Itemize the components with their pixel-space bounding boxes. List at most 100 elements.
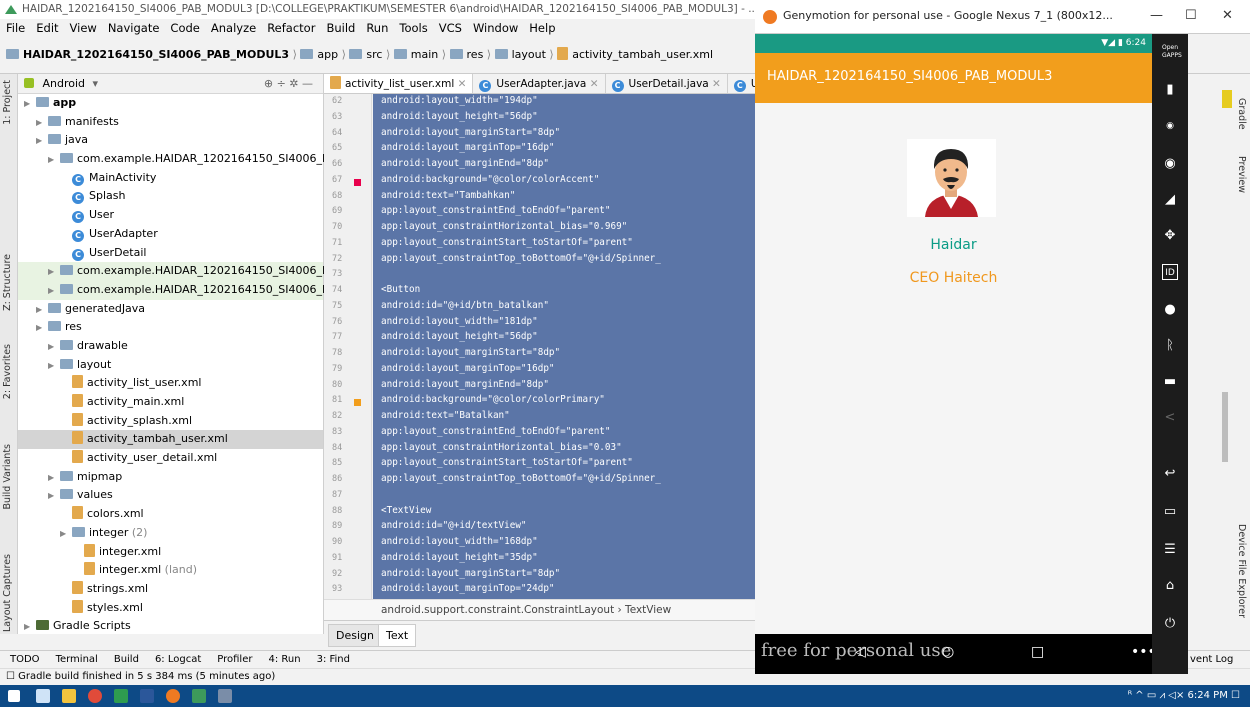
tree-item[interactable]: ▶ Gradle Scripts [18, 617, 323, 636]
editor-tab[interactable]: C UserAdapter.java ✕ [473, 74, 606, 93]
chrome-icon[interactable] [88, 689, 102, 703]
dpad-icon[interactable]: ✥ [1162, 228, 1178, 244]
tree-item[interactable]: C User [18, 206, 323, 225]
task-view-icon[interactable] [36, 689, 50, 703]
battery-icon[interactable]: ▮ [1162, 82, 1178, 98]
menu-item-code[interactable]: Code [170, 21, 199, 35]
home-icon[interactable]: ⌂ [1162, 578, 1178, 594]
breadcrumb-item[interactable]: activity_tambah_user.xml [557, 47, 713, 61]
tree-item[interactable]: integer.xml (land) [18, 561, 323, 580]
start-icon[interactable] [8, 690, 20, 702]
menu-item-analyze[interactable]: Analyze [211, 21, 256, 35]
minimize-icon[interactable]: — [1150, 0, 1163, 32]
menu-item-navigate[interactable]: Navigate [108, 21, 160, 35]
expand-arrow-icon[interactable]: ▶ [36, 301, 48, 320]
breadcrumb-item[interactable]: layout [494, 48, 546, 61]
tray-icons[interactable]: ᴿ ^ ▭ ⩘ ◁× [1128, 690, 1188, 701]
tree-item[interactable]: activity_tambah_user.xml [18, 430, 323, 450]
tree-item[interactable]: strings.xml [18, 580, 323, 599]
menu-icon[interactable]: ☰ [1162, 542, 1178, 558]
menu-item-run[interactable]: Run [366, 21, 388, 35]
tree-item[interactable]: ▶ app [18, 94, 323, 113]
expand-arrow-icon[interactable]: ▶ [36, 132, 48, 151]
close-tab-icon[interactable]: ✕ [586, 78, 599, 90]
color-swatch-icon[interactable] [354, 399, 361, 407]
menu-item-help[interactable]: Help [529, 21, 555, 35]
expand-arrow-icon[interactable]: ▶ [60, 525, 72, 544]
tree-item[interactable]: colors.xml [18, 505, 323, 524]
menu-item-vcs[interactable]: VCS [439, 21, 462, 35]
tree-item[interactable]: ▶ java [18, 131, 323, 150]
breadcrumb-item[interactable]: res [449, 48, 483, 61]
recents-icon[interactable]: □ [1031, 644, 1044, 660]
editor-tab[interactable]: CUser.j [728, 74, 756, 93]
menu-item-build[interactable]: Build [326, 21, 355, 35]
tree-item[interactable]: activity_main.xml [18, 393, 323, 412]
back-icon[interactable]: ↩ [1162, 466, 1178, 482]
tab-device-file-explorer[interactable]: Device File Explorer [1236, 524, 1247, 618]
expand-arrow-icon[interactable]: ▶ [36, 319, 48, 338]
maximize-icon[interactable]: ☐ [1185, 0, 1197, 32]
code-editor[interactable]: android:layout_width="194dp" android:lay… [373, 94, 756, 599]
expand-arrow-icon[interactable]: ▶ [36, 114, 48, 133]
tree-item[interactable]: C MainActivity [18, 169, 323, 188]
expand-arrow-icon[interactable]: ▶ [48, 487, 60, 506]
cast-icon[interactable]: ᚱ [1162, 338, 1178, 354]
menu-item-file[interactable]: File [6, 21, 25, 35]
expand-arrow-icon[interactable]: ▶ [48, 151, 60, 170]
project-view-select[interactable]: Android [43, 77, 86, 90]
tree-item[interactable]: styles.xml [18, 599, 323, 618]
scrollbar-thumb[interactable] [1222, 392, 1228, 462]
tab-build-variants[interactable]: Build Variants [2, 444, 13, 510]
tab-gradle[interactable]: Gradle [1236, 98, 1247, 130]
editor-breadcrumb[interactable]: android.support.constraint.ConstraintLay… [324, 599, 756, 620]
tree-item[interactable]: ▶ mipmap [18, 468, 323, 487]
menu-item-refactor[interactable]: Refactor [267, 21, 315, 35]
tool-terminal[interactable]: Terminal [56, 654, 98, 665]
expand-arrow-icon[interactable]: ▶ [24, 618, 36, 637]
recents-icon[interactable]: ▭ [1162, 504, 1178, 520]
tree-item[interactable]: C UserAdapter [18, 225, 323, 244]
media-icon[interactable]: ◢ [1162, 192, 1178, 208]
tool-todo[interactable]: TODO [10, 654, 40, 665]
sms-icon[interactable]: ▬ [1162, 374, 1178, 390]
tree-item[interactable]: ▶ values [18, 486, 323, 505]
tree-item[interactable]: activity_list_user.xml [18, 374, 323, 393]
clock[interactable]: 6:24 PM [1188, 690, 1228, 701]
notifications-icon[interactable]: ☐ [1231, 690, 1240, 701]
tree-item[interactable]: C Splash [18, 187, 323, 206]
tool-build[interactable]: Build [114, 654, 139, 665]
tool-6-logcat[interactable]: 6: Logcat [155, 654, 201, 665]
menu-item-tools[interactable]: Tools [399, 21, 427, 35]
close-icon[interactable]: ✕ [1222, 0, 1233, 32]
genymotion-icon[interactable] [166, 689, 180, 703]
close-tab-icon[interactable]: ✕ [709, 78, 721, 90]
power-icon[interactable]: ⏻ [1162, 616, 1178, 632]
tab-layout-captures[interactable]: Layout Captures [2, 554, 13, 632]
open-gapps-icon[interactable]: Open GAPPS [1162, 44, 1182, 60]
tree-item[interactable]: ▶ res [18, 318, 323, 337]
expand-arrow-icon[interactable]: ▶ [48, 338, 60, 357]
tool-event-log[interactable]: vent Log [1190, 651, 1233, 668]
breadcrumb-item[interactable]: src [349, 48, 382, 61]
tree-item[interactable]: ▶ generatedJava [18, 300, 323, 319]
tree-item[interactable]: ▶ drawable [18, 337, 323, 356]
tree-item[interactable]: ▶ com.example.HAIDAR_1202164150_SI4006_PA [18, 150, 335, 170]
tool-profiler[interactable]: Profiler [217, 654, 252, 665]
color-swatch-icon[interactable] [354, 178, 361, 186]
breadcrumb-item[interactable]: main [393, 48, 438, 61]
tab-preview[interactable]: Preview [1236, 156, 1247, 193]
tab-text[interactable]: Text [378, 624, 417, 647]
network-icon[interactable]: ● [1162, 302, 1178, 318]
word-icon[interactable] [140, 689, 154, 703]
tree-item[interactable]: ▶ layout [18, 356, 323, 375]
camera-icon[interactable]: ◉ [1162, 156, 1178, 172]
tree-item[interactable]: ▶ manifests [18, 113, 323, 132]
editor-tab[interactable]: C UserDetail.java ✕ [606, 74, 728, 93]
back-icon[interactable]: ◁ [855, 644, 866, 660]
expand-arrow-icon[interactable]: ▶ [48, 357, 60, 376]
menu-item-edit[interactable]: Edit [36, 21, 58, 35]
tree-item[interactable]: ▶ com.example.HAIDAR_1202164150_SI4006_PA [18, 262, 335, 281]
expand-arrow-icon[interactable]: ▶ [24, 95, 36, 114]
editor-tab[interactable]: activity_list_user.xml ✕ [324, 74, 474, 93]
